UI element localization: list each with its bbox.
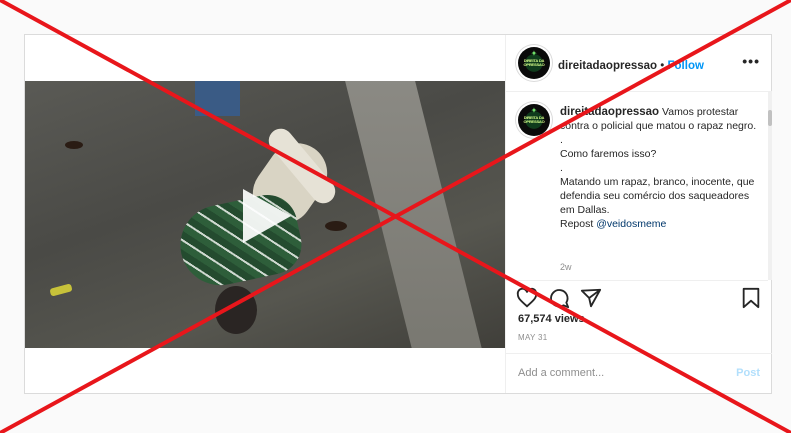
username-link[interactable]: direitadaopressao (558, 60, 657, 72)
avatar-logo-text: DIREITA DA OPRESSAO (523, 115, 545, 124)
caption-area: ✦ DIREITA DA OPRESSAO direitadaopressao … (506, 92, 768, 281)
paper-plane-icon[interactable] (580, 287, 602, 309)
avatar[interactable]: ✦ DIREITA DA OPRESSAO (518, 47, 550, 79)
separator: • (657, 60, 668, 72)
logo-icon: ✦ (530, 106, 538, 115)
post-caption: direitadaopressao Vamos protestar contra… (560, 105, 764, 231)
post-media (25, 35, 505, 393)
heart-icon[interactable] (516, 287, 538, 309)
can (49, 283, 73, 297)
bystander-legs (195, 81, 240, 116)
video-player[interactable] (25, 81, 505, 348)
mention-link[interactable]: @veidosmeme (596, 218, 666, 230)
avatar-logo-text: DIREITA DA OPRESSAO (523, 58, 545, 67)
play-icon[interactable] (243, 189, 291, 243)
bookmark-icon[interactable] (740, 287, 762, 309)
road-marking (340, 81, 490, 348)
caption-username-link[interactable]: direitadaopressao (560, 106, 659, 118)
comment-bubble-icon[interactable] (548, 287, 570, 309)
stain (65, 141, 83, 149)
caption-repost: Repost @veidosmeme (560, 217, 764, 231)
post-date: MAY 31 (518, 333, 548, 342)
caption-first-line: direitadaopressao Vamos protestar contra… (560, 106, 756, 132)
caption-text: Matando um rapaz, branco, inocente, que … (560, 176, 755, 216)
more-options-icon[interactable]: ••• (742, 53, 760, 69)
caption-text: Repost (560, 218, 597, 230)
post-header: ✦ DIREITA DA OPRESSAO direitadaopressao … (506, 35, 772, 92)
action-bar (506, 283, 772, 313)
comment-input[interactable]: Add a comment... (518, 367, 604, 379)
caption-scrollbar[interactable] (768, 92, 772, 280)
post-age: 2w (560, 262, 572, 272)
header-text: direitadaopressao • Follow (558, 56, 704, 74)
scroll-thumb[interactable] (768, 110, 772, 126)
caption-text: . (560, 162, 563, 174)
figure-head (215, 286, 257, 334)
avatar[interactable]: ✦ DIREITA DA OPRESSAO (518, 104, 550, 136)
logo-icon: ✦ (530, 49, 538, 58)
instagram-post: ✦ DIREITA DA OPRESSAO direitadaopressao … (24, 34, 772, 394)
follow-button[interactable]: Follow (668, 60, 704, 72)
stain (325, 221, 347, 231)
view-count: 67,574 views (518, 313, 585, 325)
post-sidebar: ✦ DIREITA DA OPRESSAO direitadaopressao … (505, 35, 772, 393)
caption-text: Como faremos isso? (560, 148, 657, 160)
caption-text: . (560, 134, 563, 146)
comment-box: Add a comment... Post (506, 353, 772, 394)
post-comment-button[interactable]: Post (736, 367, 760, 379)
